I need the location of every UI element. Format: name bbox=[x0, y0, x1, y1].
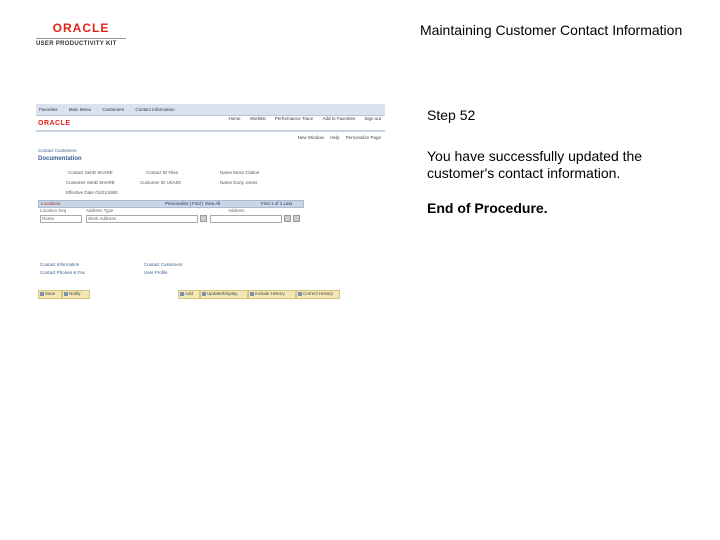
correct-icon bbox=[298, 292, 302, 296]
link-new-window[interactable]: New Window bbox=[298, 135, 324, 140]
history-icon bbox=[250, 292, 254, 296]
locations-grid-header: Locations Personalize | Find | View All … bbox=[38, 200, 304, 208]
add-icon bbox=[180, 292, 184, 296]
link-contact-customers[interactable]: Contact Customers bbox=[144, 262, 183, 267]
dropdown-icon[interactable] bbox=[200, 215, 207, 222]
link-add-to-favorites[interactable]: Add to Favorites bbox=[322, 116, 355, 121]
app-top-bar: Favorites Main Menu Customers Contact In… bbox=[36, 104, 385, 116]
app-tab-contact-customers[interactable]: Contact Customers bbox=[38, 148, 77, 153]
end-of-procedure: End of Procedure. bbox=[427, 200, 548, 216]
field-customer-id: Customer ID USA00 bbox=[140, 180, 181, 185]
link-personalize-page[interactable]: Personalize Page bbox=[346, 135, 381, 140]
notify-icon bbox=[64, 292, 68, 296]
field-contact-id: Contact ID Files bbox=[146, 170, 179, 175]
step-message: You have successfully updated the custom… bbox=[427, 148, 643, 181]
step-number: Step 52 bbox=[427, 107, 476, 123]
oracle-upk-logo: ORACLE USER PRODUCTIVITY KIT bbox=[36, 22, 126, 47]
field-contact-name: Name Moss Claiton bbox=[220, 170, 260, 175]
save-icon bbox=[40, 292, 44, 296]
nav-contact-information[interactable]: Contact Information bbox=[135, 107, 174, 112]
app-universal-links: Home Worklist Performance Trace Add to F… bbox=[220, 116, 381, 121]
link-user-profile[interactable]: User Profile bbox=[144, 270, 168, 275]
link-home[interactable]: Home bbox=[228, 116, 240, 121]
field-customer-setid: Customer SetID SHARE bbox=[66, 180, 115, 185]
field-effective-date: Effective Date 01/01/1900 bbox=[66, 190, 118, 195]
document-title: Maintaining Customer Contact Information bbox=[420, 22, 683, 38]
notify-button[interactable]: Notify bbox=[62, 290, 90, 299]
application-screenshot: Favorites Main Menu Customers Contact In… bbox=[36, 104, 385, 304]
link-help[interactable]: Help bbox=[330, 135, 339, 140]
col-address: Address bbox=[228, 208, 245, 213]
nav-main-menu[interactable]: Main Menu bbox=[69, 107, 91, 112]
update-icon bbox=[202, 292, 206, 296]
link-performance-trace[interactable]: Performance Trace bbox=[275, 116, 313, 121]
address-type-select[interactable]: Work Address bbox=[86, 215, 198, 223]
nav-favorites[interactable]: Favorites bbox=[39, 107, 58, 112]
update-display-button[interactable]: Update/Display bbox=[200, 290, 248, 299]
link-worklist[interactable]: Worklist bbox=[250, 116, 266, 121]
link-sign-out[interactable]: Sign out bbox=[364, 116, 381, 121]
grid-title: Locations bbox=[41, 201, 61, 206]
field-customer-name: Name Dorty Jones bbox=[220, 180, 258, 185]
col-location-seq: Location Seq bbox=[40, 208, 67, 213]
link-contact-information[interactable]: Contact Information bbox=[40, 262, 79, 267]
col-address-type: Address Type bbox=[86, 208, 114, 213]
field-contact-setid: Contact SetID SHARE bbox=[68, 170, 113, 175]
app-header-divider bbox=[36, 130, 385, 132]
logo-product: USER PRODUCTIVITY KIT bbox=[36, 38, 126, 47]
app-breadcrumb-nav: Favorites Main Menu Customers Contact In… bbox=[39, 107, 185, 112]
app-page-heading: Documentation bbox=[38, 156, 82, 162]
include-history-button[interactable]: Include History bbox=[248, 290, 296, 299]
table-row: Home Work Address bbox=[38, 215, 302, 223]
location-seq-input[interactable]: Home bbox=[40, 215, 82, 223]
logo-brand: ORACLE bbox=[52, 21, 110, 35]
address-input[interactable] bbox=[210, 215, 282, 223]
app-page-links: New Window Help Personalize Page bbox=[293, 135, 381, 140]
grid-links[interactable]: Personalize | Find | View All bbox=[165, 201, 220, 206]
locations-grid-columns: Location Seq Address Type Address bbox=[38, 208, 302, 213]
nav-customers[interactable]: Customers bbox=[102, 107, 124, 112]
add-button[interactable]: Add bbox=[178, 290, 200, 299]
link-contact-phones-fax[interactable]: Contact Phones & Fax bbox=[40, 270, 85, 275]
correct-history-button[interactable]: Correct History bbox=[296, 290, 340, 299]
app-oracle-logo: ORACLE bbox=[38, 120, 71, 127]
grid-pagination[interactable]: First 1 of 1 Last bbox=[261, 201, 292, 206]
add-row-icon[interactable] bbox=[284, 215, 291, 222]
save-button[interactable]: Save bbox=[38, 290, 62, 299]
delete-row-icon[interactable] bbox=[293, 215, 300, 222]
